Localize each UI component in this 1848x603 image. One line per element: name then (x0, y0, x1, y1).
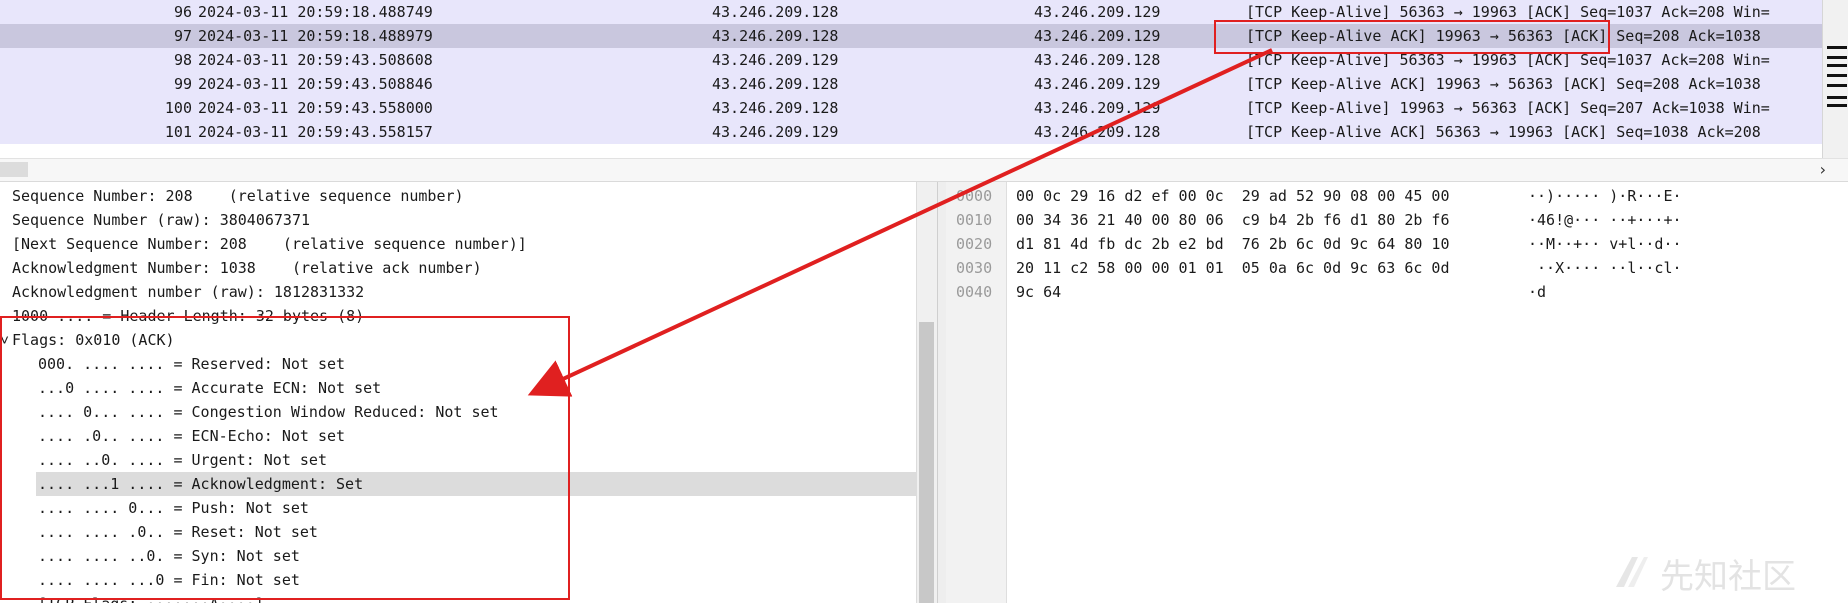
minimap-mark (1827, 46, 1847, 49)
packet-row[interactable]: 100 2024-03-11 20:59:43.558000 43.246.209.… (0, 96, 1822, 120)
packet-source: 43.246.209.128 (712, 75, 839, 93)
byte-ascii: ··X···· ··l··cl· (1528, 259, 1682, 277)
packet-info: [TCP Keep-Alive] 19963 → 56363 [ACK] Seq… (1246, 99, 1770, 117)
byte-hex: 00 0c 29 16 d2 ef 00 0c 29 ad 52 90 08 0… (1016, 187, 1450, 205)
watermark-text: 先知社区 (1660, 556, 1796, 597)
packet-info: [TCP Keep-Alive ACK] 56363 → 19963 [ACK]… (1246, 123, 1761, 141)
byte-ascii: ··M··+·· v+l··d·· (1528, 235, 1682, 253)
minimap-mark (1827, 56, 1847, 59)
byte-offset: 0010 (956, 211, 993, 229)
detail-text: [Next Sequence Number: 208 (relative seq… (12, 235, 527, 253)
detail-text: Sequence Number: 208 (relative sequence … (12, 187, 464, 205)
packet-number: 98 (173, 51, 192, 69)
byte-ascii: ·d (1528, 283, 1547, 301)
packet-list-horizontal-scrollbar[interactable]: › (0, 158, 1848, 182)
packet-info: [TCP Keep-Alive ACK] 19963 → 56363 [ACK]… (1246, 75, 1761, 93)
packet-time: 2024-03-11 20:59:43.508846 (198, 75, 433, 93)
detail-line[interactable]: [Next Sequence Number: 208 (relative seq… (12, 232, 527, 256)
byte-hex: 00 34 36 21 40 00 80 06 c9 b4 2b f6 d1 8… (1016, 211, 1450, 229)
packet-time: 2024-03-11 20:59:43.558000 (198, 99, 433, 117)
byte-hex: 9c 64 (1016, 283, 1062, 301)
packet-destination: 43.246.209.129 (1034, 3, 1161, 21)
packet-number: 101 (164, 123, 192, 141)
packet-number: 99 (173, 75, 192, 93)
detail-text: Acknowledgment Number: 1038 (relative ac… (12, 259, 482, 277)
packet-source: 43.246.209.129 (712, 123, 839, 141)
packet-source: 43.246.209.129 (712, 51, 839, 69)
minimap-mark (1827, 64, 1847, 67)
watermark: 先知社区 (1610, 548, 1796, 598)
byte-ascii: ·46!@··· ··+···+· (1528, 211, 1682, 229)
detail-line[interactable]: Acknowledgment number (raw): 1812831332 (12, 280, 364, 304)
packet-number: 96 (173, 3, 192, 21)
packet-time: 2024-03-11 20:59:18.488979 (198, 27, 433, 45)
minimap-mark (1827, 84, 1847, 87)
packet-list-minimap-scrollbar[interactable] (1822, 0, 1848, 158)
packet-source: 43.246.209.128 (712, 99, 839, 117)
details-vertical-scrollbar[interactable] (916, 182, 937, 603)
packet-time: 2024-03-11 20:59:43.508608 (198, 51, 433, 69)
packet-row[interactable]: 101 2024-03-11 20:59:43.558157 43.246.209.… (0, 120, 1822, 144)
byte-hex: 20 11 c2 58 00 00 01 01 05 0a 6c 0d 9c 6… (1016, 259, 1450, 277)
packet-bytes-pane[interactable]: 0000 00 0c 29 16 d2 ef 00 0c 29 ad 52 90 … (946, 182, 1848, 603)
packet-time: 2024-03-11 20:59:43.558157 (198, 123, 433, 141)
packet-destination: 43.246.209.129 (1034, 75, 1161, 93)
packet-number: 100 (164, 99, 192, 117)
packet-destination: 43.246.209.128 (1034, 51, 1161, 69)
byte-offset: 0020 (956, 235, 993, 253)
detail-line[interactable]: Sequence Number (raw): 3804067371 (12, 208, 310, 232)
minimap-mark (1827, 74, 1847, 77)
detail-text: Acknowledgment number (raw): 1812831332 (12, 283, 365, 301)
byte-hex: d1 81 4d fb dc 2b e2 bd 76 2b 6c 0d 9c 6… (1016, 235, 1450, 253)
packet-list-empty-area (0, 144, 1822, 158)
packet-row[interactable]: 99 2024-03-11 20:59:43.508846 43.246.209.1… (0, 72, 1822, 96)
detail-text: Sequence Number (raw): 3804067371 (12, 211, 311, 229)
horizontal-scroll-thumb[interactable] (0, 162, 28, 177)
details-scroll-thumb[interactable] (919, 322, 934, 603)
minimap-mark (1827, 96, 1847, 99)
packet-destination: 43.246.209.129 (1034, 27, 1161, 45)
minimap-mark (1827, 104, 1847, 107)
byte-offset: 0000 (956, 187, 993, 205)
packet-destination: 43.246.209.128 (1034, 123, 1161, 141)
packet-destination: 43.246.209.129 (1034, 99, 1161, 117)
annotation-box-info (1214, 20, 1610, 54)
scroll-right-icon[interactable]: › (1820, 159, 1826, 181)
detail-line[interactable]: Sequence Number: 208 (relative sequence … (12, 184, 464, 208)
byte-ascii: ··)····· )·R···E· (1528, 187, 1682, 205)
byte-offset: 0040 (956, 283, 993, 301)
annotation-box-flags (0, 316, 570, 600)
packet-source: 43.246.209.128 (712, 27, 839, 45)
packet-time: 2024-03-11 20:59:18.488749 (198, 3, 433, 21)
xianzhi-logo-icon (1616, 557, 1648, 587)
detail-line[interactable]: Acknowledgment Number: 1038 (relative ac… (12, 256, 482, 280)
packet-number: 97 (173, 27, 192, 45)
byte-offset: 0030 (956, 259, 993, 277)
packet-source: 43.246.209.128 (712, 3, 839, 21)
